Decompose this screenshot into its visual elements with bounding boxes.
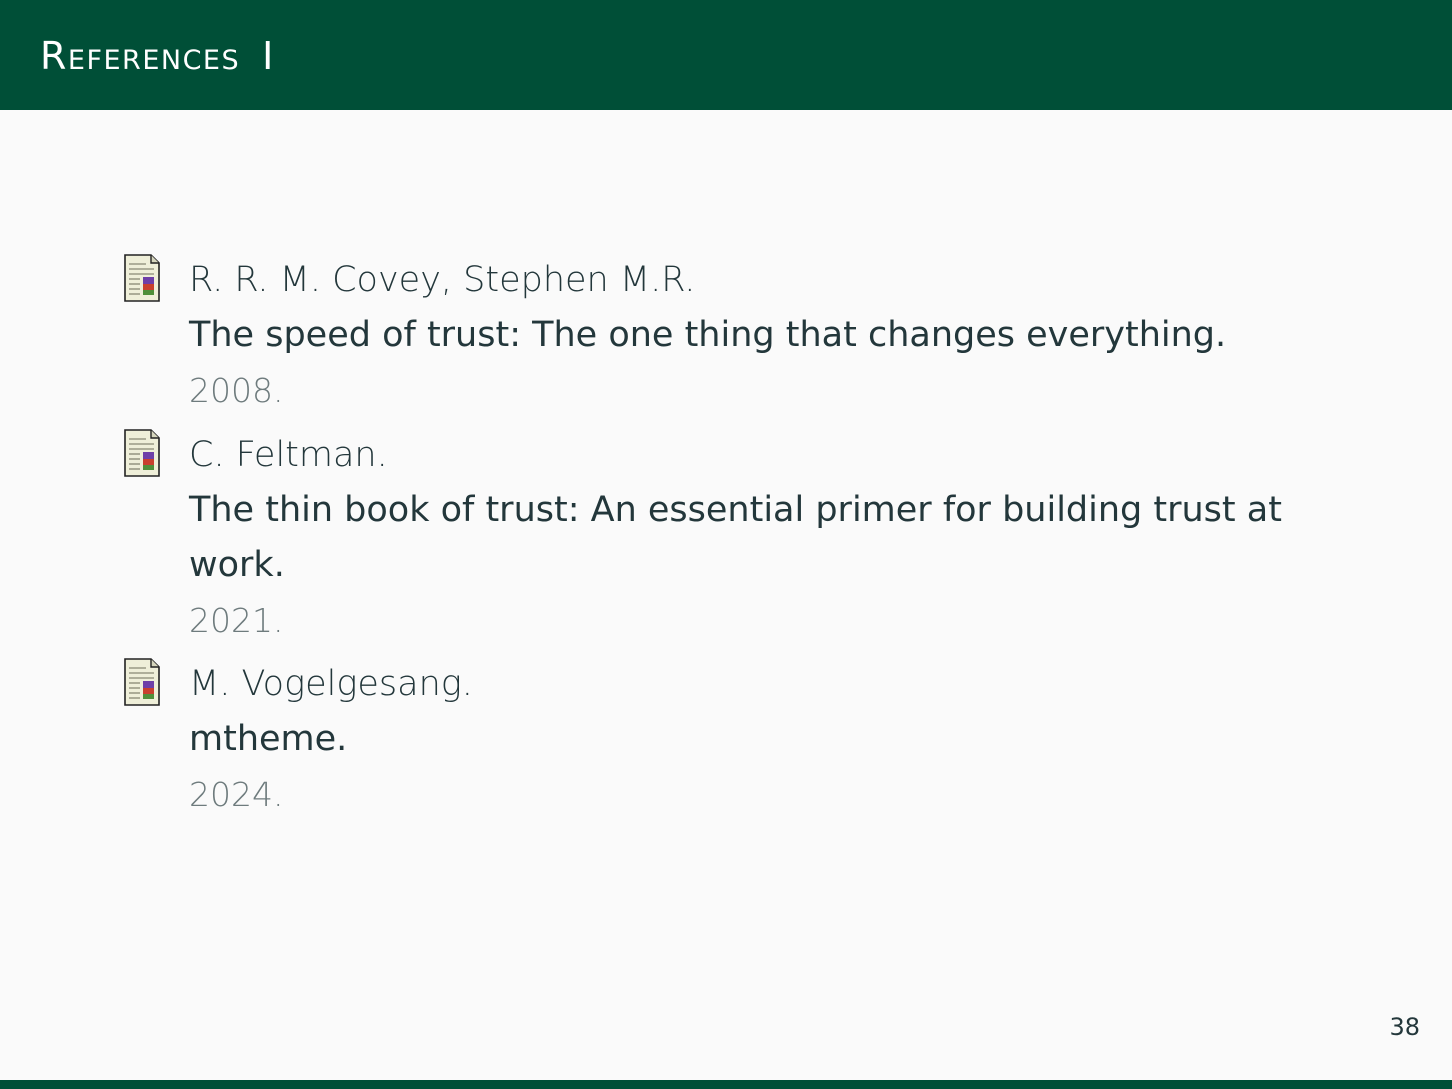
document-icon — [124, 254, 160, 302]
reference-title: mtheme. — [189, 719, 348, 759]
reference-author: R. R. M. Covey, Stephen M.R. — [189, 260, 696, 300]
reference-title: The thin book of trust: An essential pri… — [189, 490, 1282, 530]
page-number: 38 — [1389, 1013, 1420, 1041]
reference-year: 2021. — [189, 601, 284, 640]
reference-year: 2008. — [189, 371, 284, 410]
reference-author: M. Vogelgesang. — [189, 664, 473, 704]
bibliography-list: R. R. M. Covey, Stephen M.R. The speed o… — [0, 0, 1452, 1089]
document-icon — [124, 429, 160, 477]
footer-progress-bar — [0, 1080, 1452, 1089]
reference-author: C. Feltman. — [189, 435, 388, 475]
reference-title: The speed of trust: The one thing that c… — [189, 315, 1227, 355]
reference-title-continued: work. — [189, 545, 285, 585]
reference-year: 2024. — [189, 775, 284, 814]
document-icon — [124, 658, 160, 706]
